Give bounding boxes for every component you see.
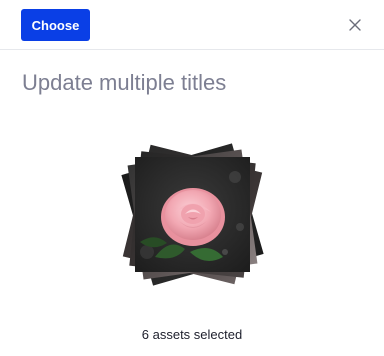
asset-thumbnail-rose bbox=[135, 157, 250, 272]
choose-button[interactable]: Choose bbox=[21, 9, 90, 41]
asset-stack-preview bbox=[121, 143, 264, 286]
dialog-title: Update multiple titles bbox=[22, 70, 227, 95]
close-button[interactable] bbox=[345, 15, 365, 35]
dialog-header: Choose bbox=[0, 0, 384, 50]
close-icon bbox=[345, 15, 365, 35]
selected-assets-count: 6 assets selected bbox=[141, 327, 243, 342]
update-titles-dialog: Choose Update multiple titles 6 assets s… bbox=[0, 0, 384, 356]
